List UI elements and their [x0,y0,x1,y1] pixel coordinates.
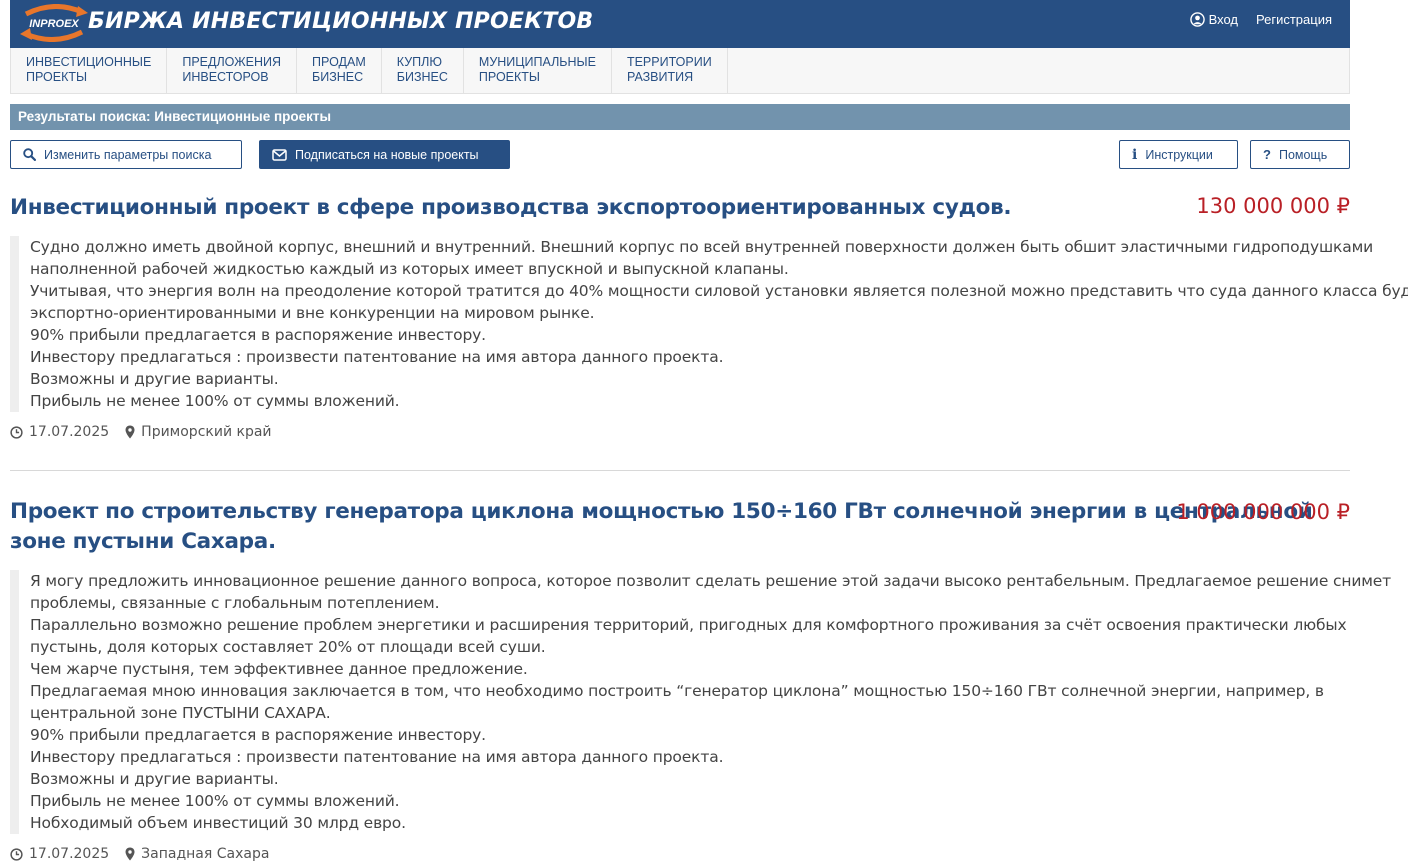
change-search-label: Изменить параметры поиска [44,147,212,162]
map-marker-icon [125,425,135,439]
change-search-button[interactable]: Изменить параметры поиска [10,140,242,169]
nav-development-territories[interactable]: ТЕРРИТОРИИ РАЗВИТИЯ [612,48,728,93]
listing-title[interactable]: Инвестиционный проект в сфере производст… [10,193,1012,223]
listing-description: Я могу предложить инновационное решение … [10,570,1391,834]
auth-links: Вход Регистрация [1189,12,1332,27]
register-link[interactable]: Регистрация [1256,12,1332,27]
listing-title[interactable]: Проект по строительству генератора цикло… [10,497,1313,557]
listing-location-label: Приморский край [141,424,272,440]
listing-location[interactable]: Западная Сахара [125,846,269,862]
listing-price: 1 000 000 000 ₽ [1176,500,1350,524]
nav-municipal-projects[interactable]: МУНИЦИПАЛЬНЫЕ ПРОЕКТЫ [464,48,612,93]
main-nav: ИНВЕСТИЦИОННЫЕ ПРОЕКТЫ ПРЕДЛОЖЕНИЯ ИНВЕС… [10,48,1350,94]
listing-meta: 17.07.2025 Приморский край [10,424,272,440]
logo-text: INPROEX [29,18,79,30]
login-link[interactable]: Вход [1189,12,1238,27]
nav-investor-offers[interactable]: ПРЕДЛОЖЕНИЯ ИНВЕСТОРОВ [167,48,298,93]
subscribe-label: Подписаться на новые проекты [295,147,479,162]
inproex-logo[interactable]: INPROEX [18,4,90,42]
nav-buy-business[interactable]: КУПЛЮ БИЗНЕС [382,48,464,93]
search-icon [23,148,36,161]
site-title[interactable]: БИРЖА ИНВЕСТИЦИОННЫХ ПРОЕКТОВ [88,9,593,34]
help-label: Помощь [1278,147,1328,162]
user-circle-icon [1189,12,1205,27]
subscribe-button[interactable]: Подписаться на новые проекты [259,140,510,169]
help-button[interactable]: ? Помощь [1250,140,1350,169]
instructions-button[interactable]: i Инструкции [1119,140,1238,169]
listing-location[interactable]: Приморский край [125,424,272,440]
listing-date: 17.07.2025 [29,424,110,440]
listing-meta: 17.07.2025 Западная Сахара [10,846,269,862]
clock-icon [10,425,23,439]
listing-price: 130 000 000 ₽ [1196,194,1350,218]
instructions-label: Инструкции [1145,147,1213,162]
page: INPROEX БИРЖА ИНВЕСТИЦИОННЫХ ПРОЕКТОВ Вх… [10,0,1408,862]
listing-description: Судно должно иметь двойной корпус, внешн… [10,236,1408,412]
listing-divider [10,470,1350,471]
listing-date: 17.07.2025 [29,846,110,862]
toolbar: Изменить параметры поиска Подписаться на… [10,140,1350,172]
clock-icon [10,847,23,861]
map-marker-icon [125,847,135,861]
results-title: Результаты поиска: Инвестиционные проект… [10,104,1350,130]
question-icon: ? [1263,147,1271,162]
listing-location-label: Западная Сахара [141,846,270,862]
site-header: INPROEX БИРЖА ИНВЕСТИЦИОННЫХ ПРОЕКТОВ Вх… [10,0,1350,48]
nav-investment-projects[interactable]: ИНВЕСТИЦИОННЫЕ ПРОЕКТЫ [11,48,168,93]
login-label: Вход [1208,12,1238,27]
nav-sell-business[interactable]: ПРОДАМ БИЗНЕС [297,48,382,93]
info-icon: i [1132,146,1138,163]
envelope-icon [272,148,287,161]
